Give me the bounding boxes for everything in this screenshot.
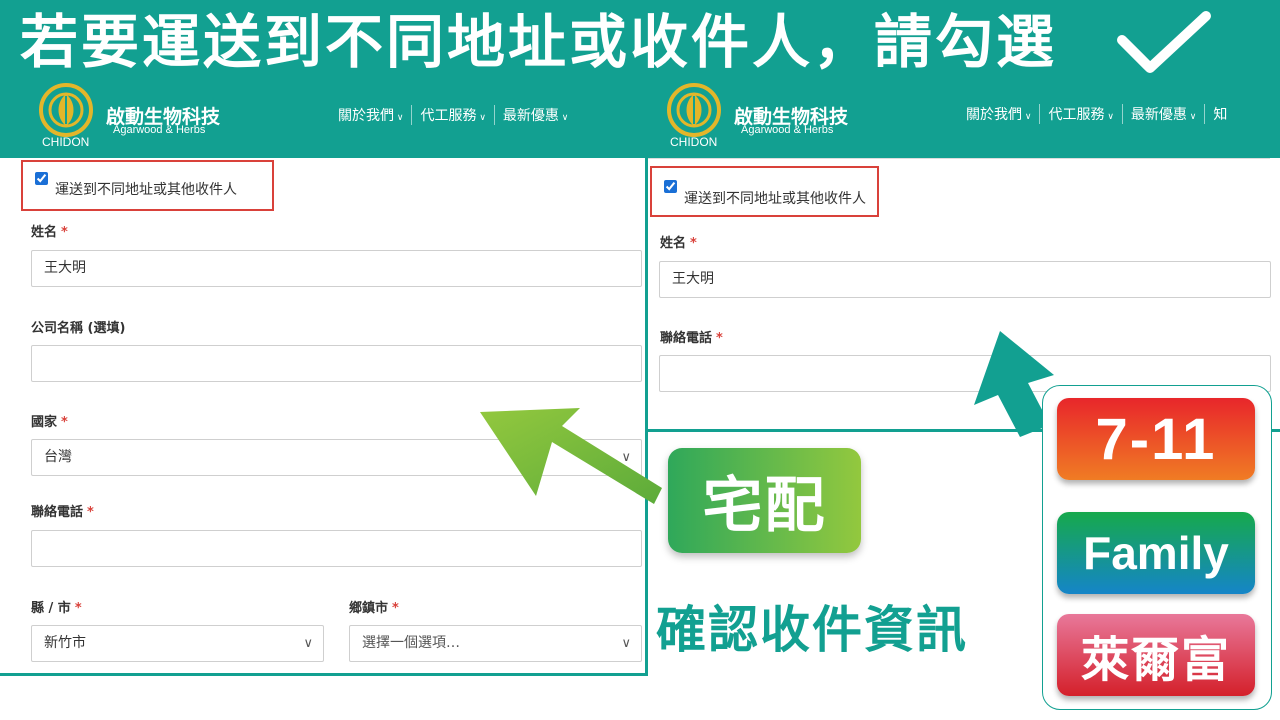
chidon-logo-icon bbox=[39, 83, 93, 137]
convenience-store-panel: 7-11 Family 萊爾富 bbox=[1042, 385, 1272, 710]
logo-subtext: CHIDON bbox=[42, 135, 90, 149]
town-select[interactable]: 選擇一個選項… ∨ bbox=[349, 625, 642, 662]
nav-item-offers[interactable]: 最新優惠 bbox=[495, 105, 576, 125]
chidon-logo-icon bbox=[667, 83, 721, 137]
nav-item-about[interactable]: 關於我們 bbox=[330, 105, 413, 125]
ship-different-address-highlight: 運送到不同地址或其他收件人 bbox=[21, 160, 274, 211]
nav-item-oem[interactable]: 代工服務 bbox=[412, 105, 495, 125]
phone-label: 聯絡電話 * bbox=[660, 331, 723, 346]
nav-right: 關於我們 代工服務 最新優惠 知 bbox=[958, 104, 1235, 124]
country-label: 國家 * bbox=[31, 415, 68, 430]
county-value: 新竹市 bbox=[44, 635, 86, 651]
county-select[interactable]: 新竹市 ∨ bbox=[31, 625, 324, 662]
checkmark-icon bbox=[1117, 11, 1211, 73]
store-family-badge: Family bbox=[1057, 512, 1255, 594]
name-label: 姓名 * bbox=[660, 236, 697, 251]
name-input[interactable]: 王大明 bbox=[659, 261, 1271, 298]
nav-left: 關於我們 代工服務 最新優惠 bbox=[330, 105, 576, 125]
nav-item-knowledge[interactable]: 知 bbox=[1205, 104, 1235, 124]
home-delivery-badge: 宅配 bbox=[668, 448, 861, 553]
chevron-down-icon: ∨ bbox=[621, 636, 631, 651]
chevron-down-icon: ∨ bbox=[303, 636, 313, 651]
county-label: 縣 / 市 * bbox=[31, 601, 82, 616]
brand-tagline: Agarwood & Herbs bbox=[741, 124, 834, 136]
brand-tagline: Agarwood & Herbs bbox=[113, 124, 206, 136]
company-input[interactable] bbox=[31, 345, 642, 382]
phone-label: 聯絡電話 * bbox=[31, 505, 94, 520]
ship-different-address-label: 運送到不同地址或其他收件人 bbox=[55, 182, 237, 198]
confirm-recipient-info-text: 確認收件資訊 bbox=[656, 601, 968, 659]
nav-item-offers[interactable]: 最新優惠 bbox=[1123, 104, 1206, 124]
header-banner: 若要運送到不同地址或收件人，請勾選 CHIDON 啟動生物科技 Agarwood… bbox=[0, 0, 1280, 158]
name-input[interactable]: 王大明 bbox=[31, 250, 642, 287]
ship-different-address-highlight: 運送到不同地址或其他收件人 bbox=[650, 166, 879, 217]
town-label: 鄉鎮市 * bbox=[349, 601, 399, 616]
banner-title: 若要運送到不同地址或收件人，請勾選 bbox=[20, 8, 1058, 76]
store-hilife-badge: 萊爾富 bbox=[1057, 614, 1255, 696]
store-711-badge: 7-11 bbox=[1057, 398, 1255, 480]
ship-different-address-label: 運送到不同地址或其他收件人 bbox=[684, 191, 866, 207]
ship-different-address-checkbox[interactable] bbox=[664, 180, 677, 193]
town-placeholder: 選擇一個選項… bbox=[362, 635, 460, 651]
logo-subtext: CHIDON bbox=[670, 135, 718, 149]
ship-different-address-checkbox[interactable] bbox=[35, 172, 48, 185]
divider bbox=[648, 158, 1270, 159]
arrow-to-form-icon bbox=[480, 408, 662, 504]
name-label: 姓名 * bbox=[31, 225, 68, 240]
company-label: 公司名稱 (選填) bbox=[31, 321, 126, 336]
nav-item-oem[interactable]: 代工服務 bbox=[1040, 104, 1123, 124]
phone-input[interactable] bbox=[31, 530, 642, 567]
country-value: 台灣 bbox=[44, 449, 72, 465]
nav-item-about[interactable]: 關於我們 bbox=[958, 104, 1041, 124]
